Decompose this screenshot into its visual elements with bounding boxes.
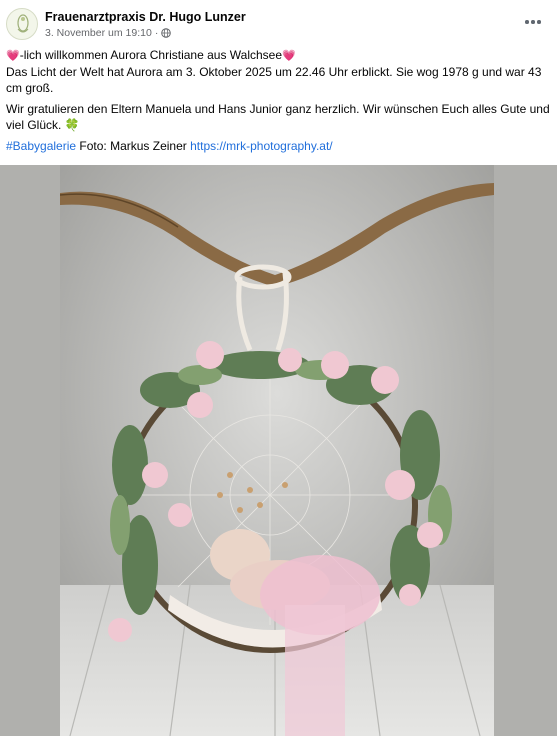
post-author[interactable]: Frauenarztpraxis Dr. Hugo Lunzer	[45, 10, 246, 24]
clover-icon: 🍀	[64, 118, 80, 132]
pink-heart-icon: 💗	[282, 50, 296, 62]
credits-paragraph: #Babygalerie Foto: Markus Zeiner https:/…	[6, 138, 551, 154]
post-header: Frauenarztpraxis Dr. Hugo Lunzer 3. Nove…	[0, 0, 557, 48]
globe-icon	[161, 28, 172, 38]
more-dot-icon	[531, 20, 535, 24]
page-avatar[interactable]	[6, 8, 38, 40]
newborn-dreamcatcher-photo	[60, 165, 494, 736]
more-options-button[interactable]	[521, 12, 545, 32]
welcome-line: -lich willkommen Aurora Christiane aus W…	[19, 48, 283, 62]
post-meta: 3. November um 19:10 ·	[45, 27, 172, 39]
post-photo[interactable]	[60, 165, 494, 736]
more-dot-icon	[537, 20, 541, 24]
photo-credit: Foto: Markus Zeiner	[76, 139, 191, 153]
post-body: 💗-lich willkommen Aurora Christiane aus …	[6, 47, 551, 159]
post-photo-area[interactable]	[0, 165, 557, 736]
avatar-logo-icon	[17, 14, 29, 33]
birth-details: Das Licht der Welt hat Aurora am 3. Okto…	[6, 65, 542, 95]
hashtag-link[interactable]: #Babygalerie	[6, 139, 76, 153]
pink-heart-icon: 💗	[6, 50, 20, 62]
photographer-link[interactable]: https://mrk-photography.at/	[190, 139, 333, 153]
congrats-text: Wir gratulieren den Eltern Manuela und H…	[6, 102, 550, 132]
more-dot-icon	[525, 20, 529, 24]
congrats-paragraph: Wir gratulieren den Eltern Manuela und H…	[6, 101, 551, 133]
post-timestamp[interactable]: 3. November um 19:10	[45, 27, 152, 39]
welcome-paragraph: 💗-lich willkommen Aurora Christiane aus …	[6, 47, 551, 96]
meta-separator: ·	[154, 27, 159, 39]
